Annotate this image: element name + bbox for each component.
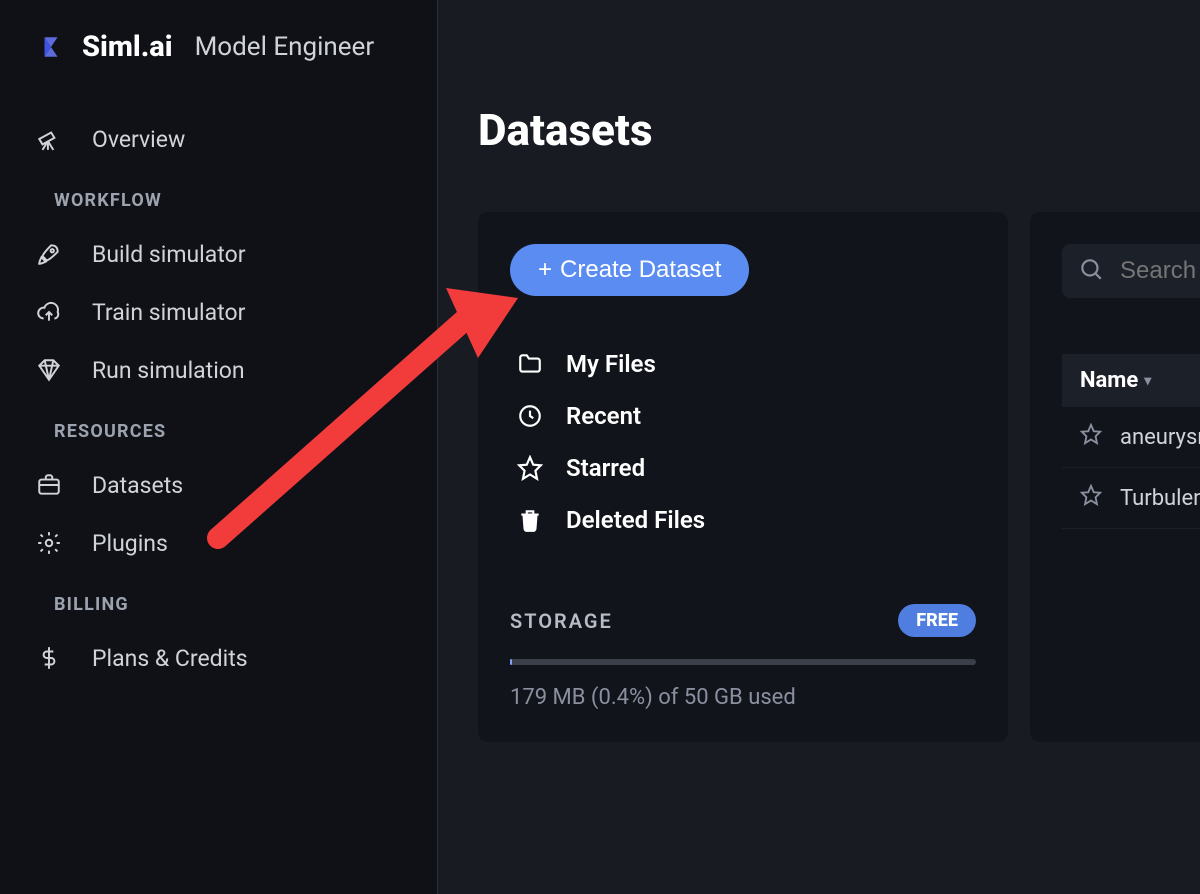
section-header-resources: RESOURCES	[30, 399, 437, 456]
storage-label: STORAGE	[510, 609, 613, 633]
section-header-billing: BILLING	[30, 572, 437, 629]
telescope-icon	[34, 124, 64, 154]
storage-progress	[510, 659, 976, 665]
brand-logo-icon	[38, 34, 64, 60]
diamond-icon	[34, 355, 64, 385]
sidebar-item-label: Run simulation	[92, 357, 245, 384]
page-title: Datasets	[438, 104, 1200, 156]
sidebar-item-train[interactable]: Train simulator	[30, 283, 437, 341]
brand-subtitle: Model Engineer	[195, 32, 375, 62]
search-box[interactable]	[1062, 244, 1200, 298]
filter-label: My Files	[566, 350, 656, 378]
rocket-icon	[34, 239, 64, 269]
section-header-workflow: WORKFLOW	[30, 168, 437, 225]
sidebar-item-plans[interactable]: Plans & Credits	[30, 629, 437, 687]
filter-label: Deleted Files	[566, 506, 705, 534]
sort-caret-icon: ▾	[1144, 373, 1151, 389]
brand-name: Siml.ai	[82, 30, 173, 64]
search-input[interactable]	[1120, 257, 1200, 285]
create-dataset-button[interactable]: + Create Dataset	[510, 244, 749, 296]
sidebar-item-label: Plans & Credits	[92, 645, 248, 672]
table-header-name[interactable]: Name ▾	[1062, 354, 1200, 407]
sidebar-item-plugins[interactable]: Plugins	[30, 514, 437, 572]
column-name-label: Name	[1080, 368, 1138, 393]
sidebar-item-build[interactable]: Build simulator	[30, 225, 437, 283]
sidebar: Siml.ai Model Engineer Overview WORKFLOW…	[0, 0, 438, 894]
row-name: aneurysm	[1120, 425, 1200, 450]
plus-icon: +	[538, 256, 552, 284]
row-star-toggle[interactable]	[1080, 423, 1102, 451]
table-row[interactable]: Turbulence	[1062, 468, 1200, 529]
folder-icon	[516, 350, 544, 378]
dollar-icon	[34, 643, 64, 673]
brand-block[interactable]: Siml.ai Model Engineer	[30, 30, 437, 64]
table-row[interactable]: aneurysm	[1062, 407, 1200, 468]
briefcase-icon	[34, 470, 64, 500]
filter-my-files[interactable]: My Files	[516, 350, 976, 378]
sidebar-item-run[interactable]: Run simulation	[30, 341, 437, 399]
row-name: Turbulence	[1120, 486, 1200, 511]
filter-recent[interactable]: Recent	[516, 402, 976, 430]
main-area: Datasets + Create Dataset My Files	[438, 0, 1200, 894]
sidebar-item-label: Plugins	[92, 530, 168, 557]
filter-label: Recent	[566, 402, 641, 430]
gear-icon	[34, 528, 64, 558]
sidebar-item-label: Build simulator	[92, 241, 246, 268]
sidebar-item-label: Train simulator	[92, 299, 245, 326]
star-icon	[516, 454, 544, 482]
search-icon	[1078, 256, 1104, 286]
storage-progress-fill	[510, 659, 512, 665]
sidebar-item-label: Overview	[92, 126, 185, 153]
sidebar-item-label: Datasets	[92, 472, 183, 499]
trash-icon	[516, 506, 544, 534]
clock-icon	[516, 402, 544, 430]
datasets-side-panel: + Create Dataset My Files Recent	[478, 212, 1008, 742]
storage-usage-text: 179 MB (0.4%) of 50 GB used	[510, 685, 976, 710]
row-star-toggle[interactable]	[1080, 484, 1102, 512]
storage-plan-badge: FREE	[898, 604, 976, 637]
filter-deleted[interactable]: Deleted Files	[516, 506, 976, 534]
cloud-upload-icon	[34, 297, 64, 327]
datasets-list-panel: Name ▾ aneurysm Turbulence	[1030, 212, 1200, 742]
filter-label: Starred	[566, 454, 645, 482]
filter-starred[interactable]: Starred	[516, 454, 976, 482]
sidebar-item-overview[interactable]: Overview	[30, 110, 437, 168]
sidebar-item-datasets[interactable]: Datasets	[30, 456, 437, 514]
create-dataset-label: Create Dataset	[560, 256, 721, 284]
